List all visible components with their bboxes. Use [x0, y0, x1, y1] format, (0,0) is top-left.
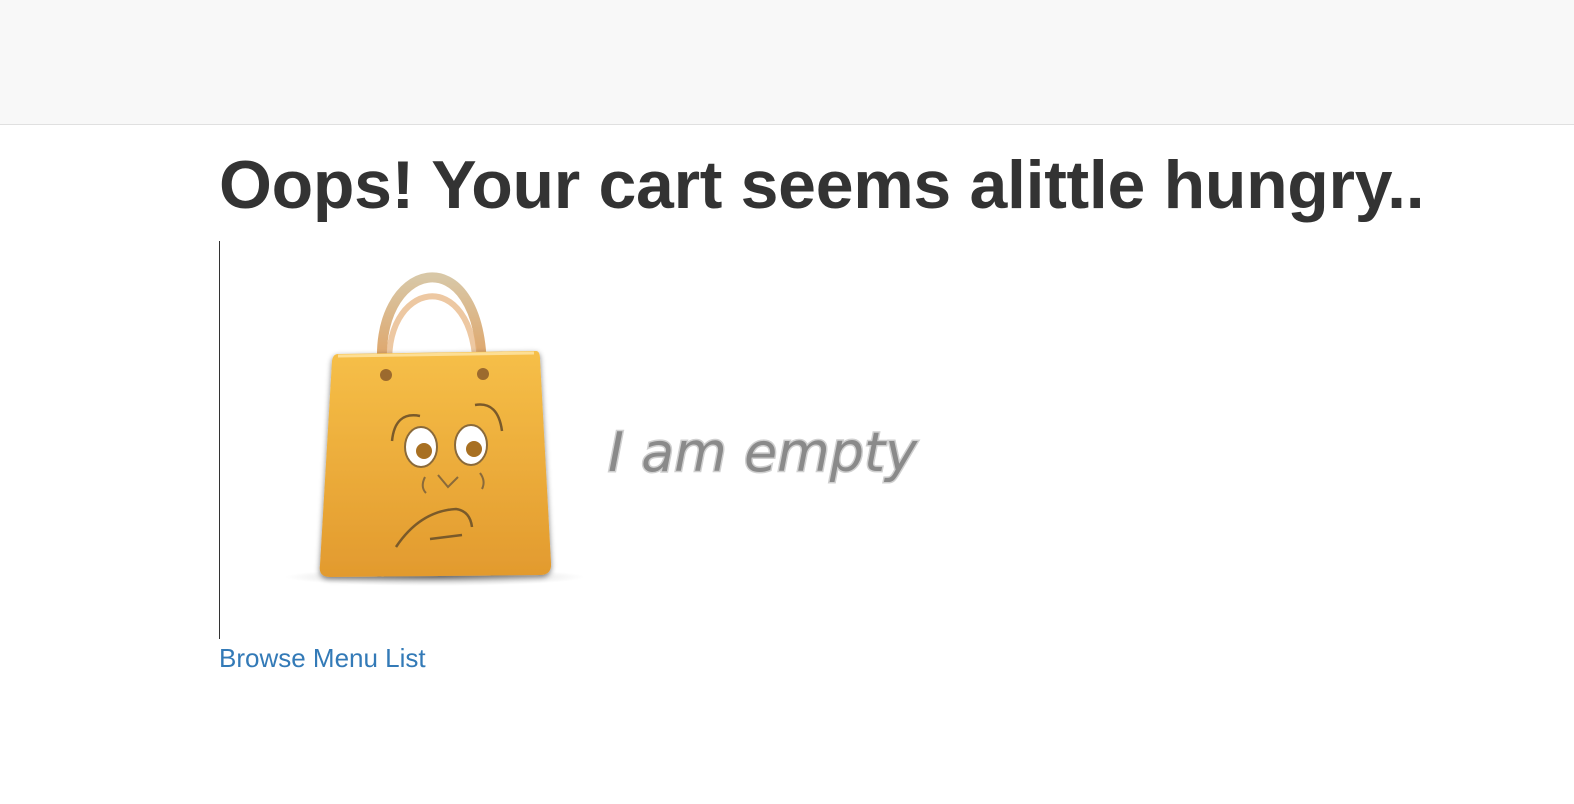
- empty-caption: I am empty: [608, 421, 918, 484]
- browse-menu-link[interactable]: Browse Menu List: [219, 643, 426, 674]
- empty-bag-icon: I am empty: [285, 272, 920, 586]
- empty-cart-illustration: I am empty: [219, 241, 940, 639]
- page-title: Oops! Your cart seems alittle hungry..: [219, 147, 1425, 223]
- cart-empty-section: Oops! Your cart seems alittle hungry.. I…: [219, 140, 1519, 673]
- top-navbar: [0, 0, 1574, 125]
